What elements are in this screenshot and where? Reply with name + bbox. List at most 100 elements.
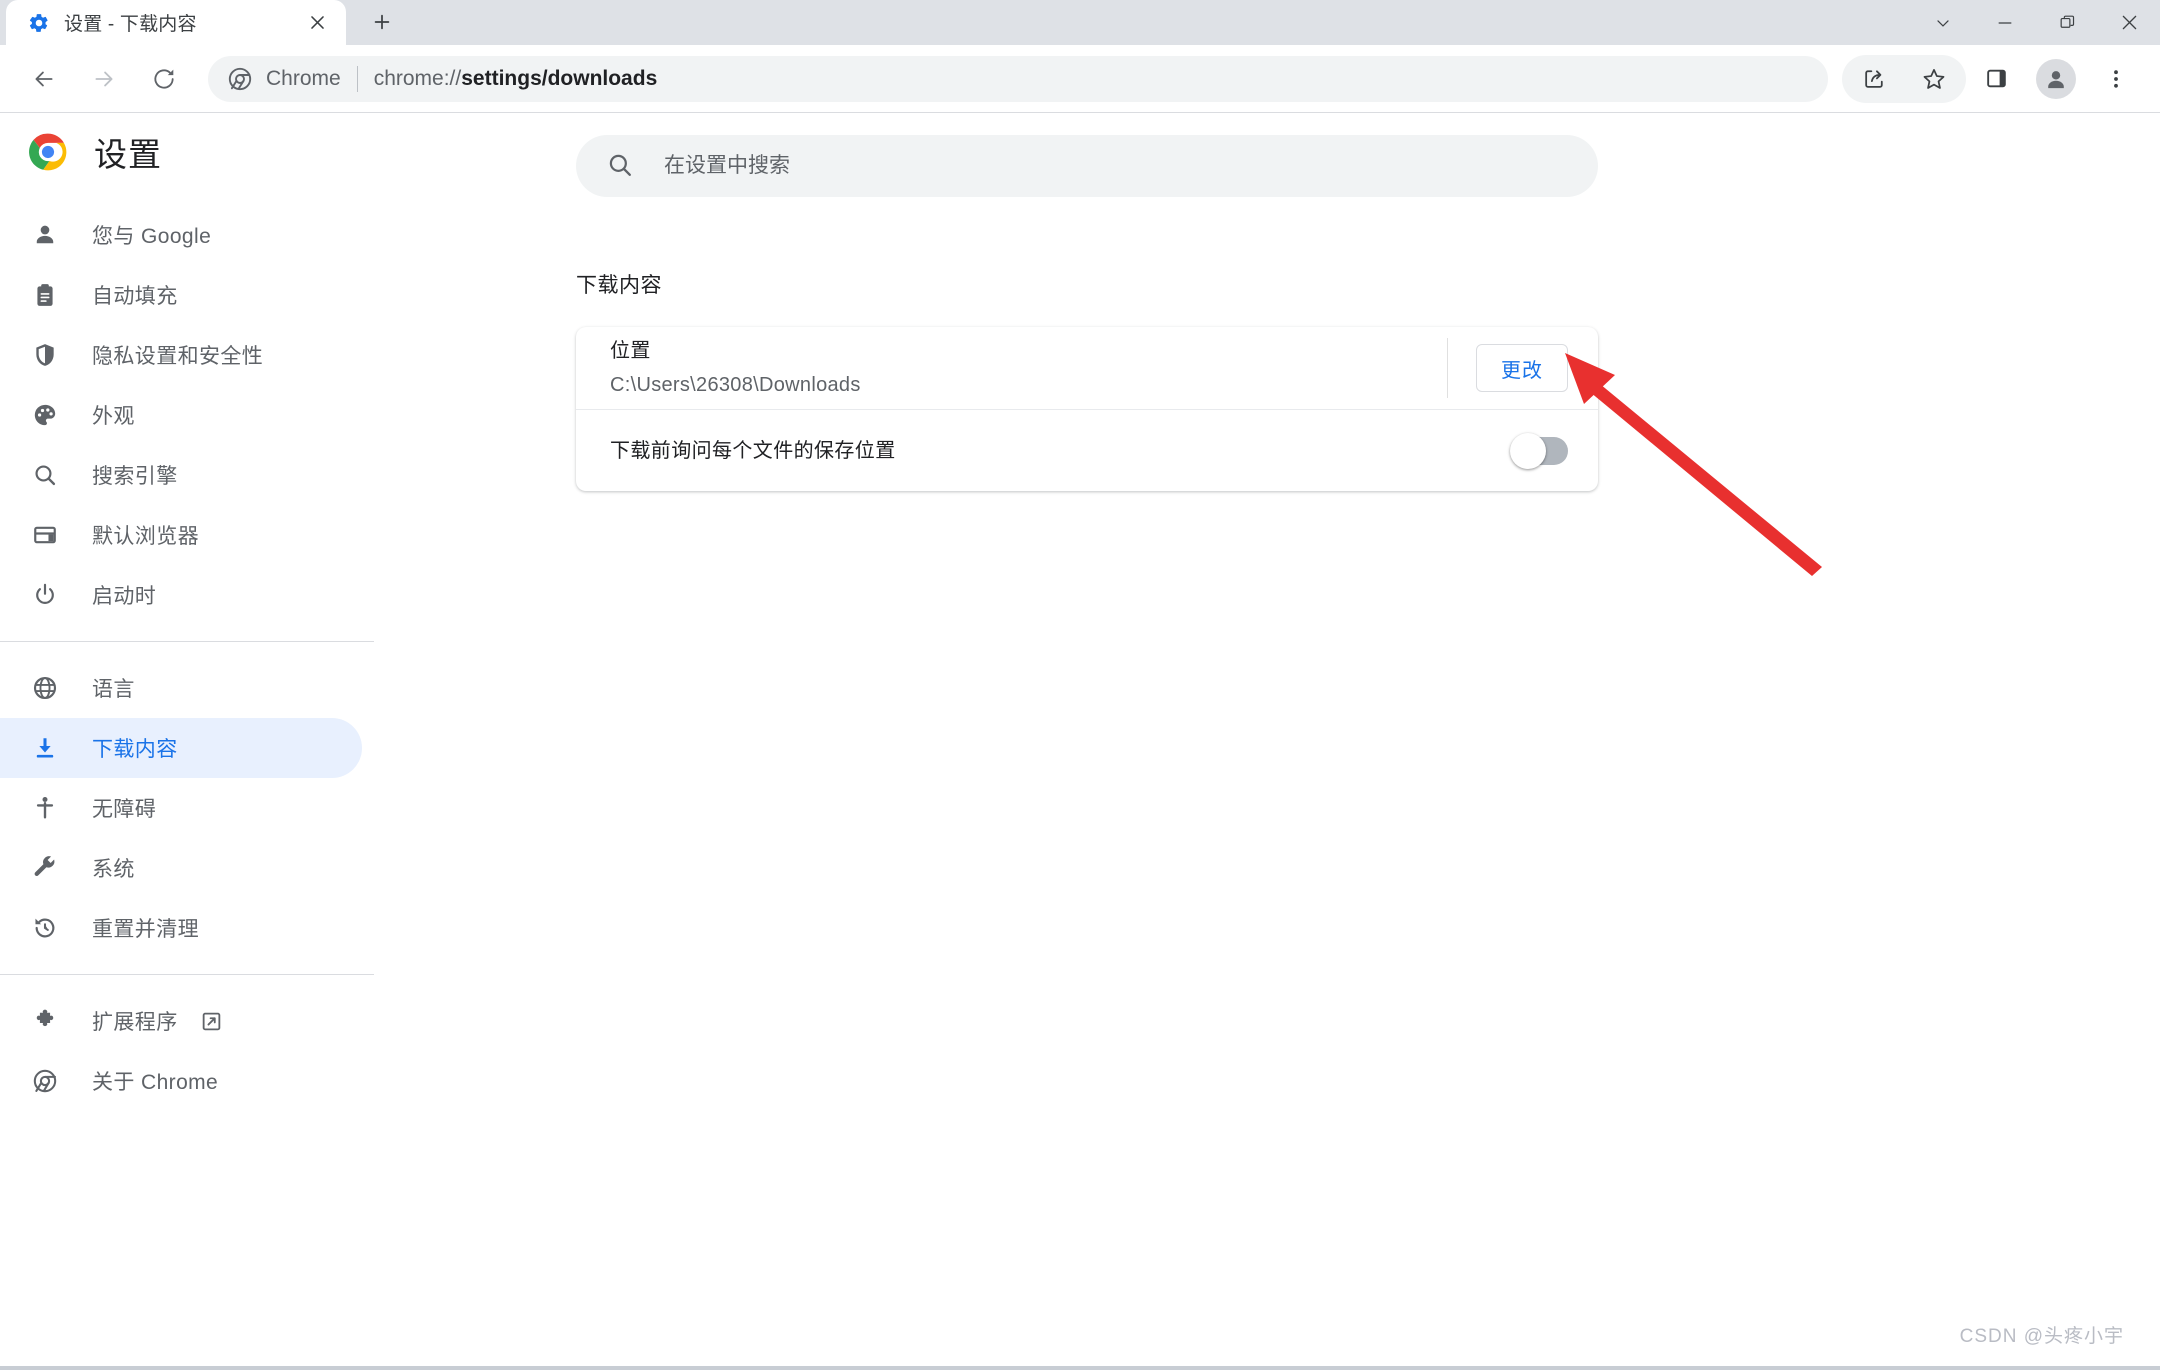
sidebar-item-label: 自动填充 [92, 285, 178, 308]
globe-icon [28, 671, 62, 705]
browser-window: 设置 - 下载内容 Chrome chrome://settings/downl… [0, 0, 2160, 1370]
window-controls [1912, 0, 2160, 45]
download-icon [28, 731, 62, 765]
omnibox-chip-label: Chrome [266, 66, 341, 90]
browser-toolbar: Chrome chrome://settings/downloads [0, 45, 2160, 113]
wrench-icon [28, 851, 62, 885]
sidebar-item-label: 关于 Chrome [92, 1071, 219, 1094]
clipboard-icon [28, 278, 62, 312]
sidebar-item-search-engine[interactable]: 搜索引擎 [0, 445, 362, 505]
close-icon[interactable] [302, 8, 332, 38]
search-input[interactable] [664, 154, 1568, 178]
gear-icon [28, 12, 50, 34]
sidebar-item-label: 重置并清理 [92, 918, 199, 941]
person-icon [28, 218, 62, 252]
omnibox-url-path: settings/downloads [461, 66, 658, 90]
sidebar-item-about-chrome[interactable]: 关于 Chrome [0, 1051, 362, 1111]
browser-tab[interactable]: 设置 - 下载内容 [6, 0, 346, 45]
sidebar-item-label: 搜索引擎 [92, 465, 178, 488]
sidebar-item-you-and-google[interactable]: 您与 Google [0, 205, 362, 265]
toolbar-actions [1842, 54, 2146, 103]
sidebar-item-autofill[interactable]: 自动填充 [0, 265, 362, 325]
shield-icon [28, 338, 62, 372]
sidebar-item-label: 默认浏览器 [92, 525, 199, 548]
sidebar-item-label: 下载内容 [92, 738, 178, 761]
history-restore-icon [28, 911, 62, 945]
sidebar-item-downloads[interactable]: 下载内容 [0, 718, 362, 778]
sidebar-item-label: 外观 [92, 405, 135, 428]
toolbar-action-pill [1842, 54, 1966, 103]
row-divider [1447, 338, 1448, 398]
side-panel-icon[interactable] [1972, 55, 2020, 103]
sidebar-divider [0, 641, 374, 642]
close-window-icon[interactable] [2098, 0, 2160, 45]
download-location-row: 位置 C:\Users\26308\Downloads 更改 [576, 327, 1598, 409]
window-bottom-edge [0, 1366, 2160, 1370]
omnibox-url: chrome://settings/downloads [374, 67, 658, 91]
search-icon [28, 458, 62, 492]
download-location-text: 位置 C:\Users\26308\Downloads [610, 336, 1437, 400]
sidebar-item-appearance[interactable]: 外观 [0, 385, 362, 445]
three-dot-menu-icon[interactable] [2092, 55, 2140, 103]
chevron-down-icon[interactable] [1912, 0, 1974, 45]
sidebar-item-reset-cleanup[interactable]: 重置并清理 [0, 898, 362, 958]
new-tab-button[interactable] [360, 0, 404, 44]
back-arrow-icon[interactable] [20, 55, 68, 103]
power-icon [28, 578, 62, 612]
sidebar-item-system[interactable]: 系统 [0, 838, 362, 898]
puzzle-icon [28, 1004, 62, 1038]
toggle-knob [1510, 432, 1546, 469]
ask-save-location-text: 下载前询问每个文件的保存位置 [610, 436, 1512, 466]
restore-icon[interactable] [2036, 0, 2098, 45]
accessibility-icon [28, 791, 62, 825]
change-location-button[interactable]: 更改 [1476, 344, 1568, 392]
omnibox-url-scheme: chrome:// [373, 66, 462, 90]
share-icon[interactable] [1850, 55, 1898, 103]
search-area [374, 113, 2160, 197]
settings-search-box[interactable] [576, 135, 1598, 197]
settings-nav: 您与 Google 自动填充 隐私设置和安全性 外观 搜索引擎 默认浏览器 启动… [0, 205, 374, 1111]
sidebar-item-label: 您与 Google [92, 225, 212, 248]
sidebar-item-extensions[interactable]: 扩展程序 [0, 991, 362, 1051]
omnibox-divider [356, 65, 358, 92]
sidebar-item-on-startup[interactable]: 启动时 [0, 565, 362, 625]
sidebar-item-label: 语言 [92, 678, 135, 701]
settings-header: 设置 [0, 113, 374, 191]
sidebar-item-label: 隐私设置和安全性 [92, 345, 264, 368]
ask-save-location-label: 下载前询问每个文件的保存位置 [610, 439, 896, 462]
download-location-label: 位置 [610, 340, 651, 362]
search-icon [606, 151, 636, 181]
sidebar-item-privacy-security[interactable]: 隐私设置和安全性 [0, 325, 362, 385]
sidebar-item-default-browser[interactable]: 默认浏览器 [0, 505, 362, 565]
tab-strip: 设置 - 下载内容 [0, 0, 2160, 45]
sidebar-item-label: 系统 [92, 858, 135, 881]
profile-avatar[interactable] [2032, 55, 2080, 103]
minimize-icon[interactable] [1974, 0, 2036, 45]
star-icon[interactable] [1910, 55, 1958, 103]
settings-page: 设置 您与 Google 自动填充 隐私设置和安全性 外观 搜索引擎 默认浏览器… [0, 113, 2160, 1370]
settings-sidebar: 设置 您与 Google 自动填充 隐私设置和安全性 外观 搜索引擎 默认浏览器… [0, 113, 374, 1370]
tab-title: 设置 - 下载内容 [64, 14, 197, 35]
settings-main: 下载内容 位置 C:\Users\26308\Downloads 更改 下载前询… [374, 113, 2160, 1370]
sidebar-item-label: 无障碍 [92, 798, 157, 821]
download-location-value: C:\Users\26308\Downloads [610, 374, 861, 396]
external-link-icon [200, 1009, 224, 1033]
chrome-icon [228, 67, 252, 91]
watermark: CSDN @头疼小宇 [1959, 1326, 2124, 1347]
sidebar-item-label: 扩展程序 [92, 1011, 178, 1034]
browser-window-icon [28, 518, 62, 552]
address-bar[interactable]: Chrome chrome://settings/downloads [208, 55, 1828, 102]
downloads-settings-card: 位置 C:\Users\26308\Downloads 更改 下载前询问每个文件… [576, 327, 1598, 491]
palette-icon [28, 398, 62, 432]
chrome-logo-icon [28, 132, 68, 172]
sidebar-item-accessibility[interactable]: 无障碍 [0, 778, 362, 838]
reload-icon[interactable] [140, 55, 188, 103]
chrome-icon [28, 1064, 62, 1098]
page-title: 设置 [94, 136, 162, 173]
ask-save-location-toggle[interactable] [1510, 432, 1568, 469]
sidebar-item-label: 启动时 [92, 585, 157, 608]
sidebar-item-languages[interactable]: 语言 [0, 658, 362, 718]
ask-save-location-row: 下载前询问每个文件的保存位置 [576, 409, 1598, 491]
section-title: 下载内容 [576, 274, 662, 297]
sidebar-divider [0, 974, 374, 975]
